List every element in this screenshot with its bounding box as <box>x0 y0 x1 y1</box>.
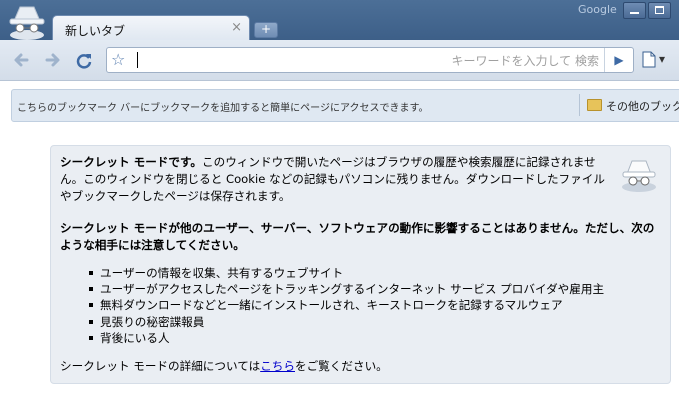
learn-more-link[interactable]: こちら <box>260 359 295 373</box>
page-icon <box>642 51 656 68</box>
incognito-footer: シークレット モードの詳細についてはこちらをご覧ください。 <box>60 358 658 375</box>
go-icon[interactable]: ▶ <box>604 48 633 72</box>
forward-icon[interactable] <box>40 48 64 72</box>
tab-title: 新しいタブ <box>65 24 126 38</box>
bookmark-bar-message: こちらのブックマーク バーにブックマークを追加すると簡単にページにアクセスできま… <box>17 103 429 114</box>
close-icon[interactable]: × <box>231 20 242 35</box>
bookmark-bar: こちらのブックマーク バーにブックマークを追加すると簡単にページにアクセスできま… <box>11 89 679 122</box>
tab-new-tab[interactable]: 新しいタブ × <box>52 15 250 41</box>
star-icon[interactable]: ☆ <box>111 50 125 69</box>
other-bookmarks-button[interactable]: その他のブックマ <box>587 98 679 114</box>
incognito-intro: シークレット モードです。このウィンドウで開いたページはブラウザの履歴や検索履歴… <box>60 154 610 205</box>
incognito-warning: シークレット モードが他のユーザー、サーバー、ソフトウェアの動作に影響することは… <box>60 221 655 252</box>
reload-icon[interactable] <box>72 48 96 72</box>
incognito-info-box: シークレット モードです。このウィンドウで開いたページはブラウザの履歴や検索履歴… <box>50 145 671 384</box>
chevron-down-icon: ▾ <box>659 52 666 66</box>
divider <box>579 94 580 116</box>
other-bookmarks-label: その他のブックマ <box>606 100 679 113</box>
incognito-icon <box>622 160 656 192</box>
folder-icon <box>587 99 602 111</box>
footer-text-pre: シークレット モードの詳細については <box>60 359 261 373</box>
toolbar: ☆ キーワードを入力して 検索 ▶ ▾ <box>0 40 679 81</box>
list-item: ユーザーがアクセスしたページをトラッキングするインターネット サービス プロバイ… <box>89 281 604 297</box>
list-item: 無料ダウンロードなどと一緒にインストールされ、キーストロークを記録するマルウェア <box>89 297 604 313</box>
minimize-icon[interactable] <box>623 2 646 19</box>
search-placeholder: キーワードを入力して 検索 <box>451 54 599 68</box>
title-bar: 新しいタブ × + Google <box>0 0 679 41</box>
text-caret <box>137 52 138 68</box>
list-item: 見張りの秘密諜報員 <box>89 314 604 330</box>
address-bar[interactable]: ☆ キーワードを入力して 検索 ▶ <box>106 47 634 73</box>
footer-text-post: をご覧ください。 <box>295 359 388 373</box>
list-item: ユーザーの情報を収集、共有するウェブサイト <box>89 265 604 281</box>
page-menu-button[interactable]: ▾ <box>640 48 674 72</box>
maximize-icon[interactable] <box>648 2 671 19</box>
list-item: 背後にいる人 <box>89 330 604 346</box>
incognito-icon <box>9 6 45 40</box>
back-icon[interactable] <box>10 48 34 72</box>
warning-list: ユーザーの情報を収集、共有するウェブサイト ユーザーがアクセスしたページをトラッ… <box>89 265 604 346</box>
brand-label: Google <box>578 3 617 16</box>
new-tab-button[interactable]: + <box>254 22 278 38</box>
incognito-heading: シークレット モードです。 <box>60 155 203 169</box>
